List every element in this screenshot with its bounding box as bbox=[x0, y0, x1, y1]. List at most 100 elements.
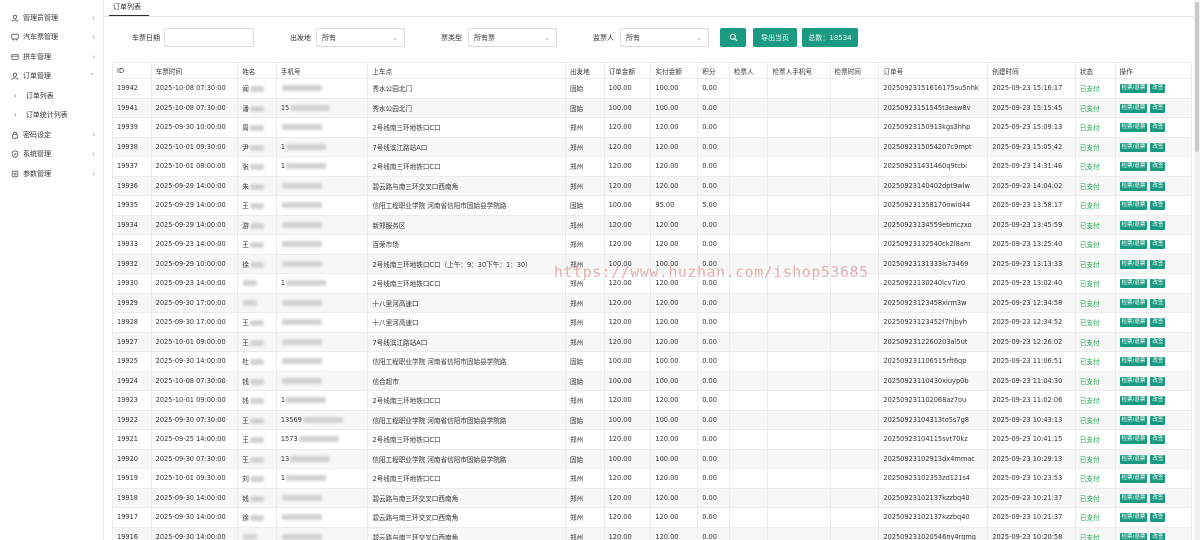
reschedule-button[interactable]: 改签 bbox=[1150, 240, 1166, 250]
check-refund-button[interactable]: 检票/退票 bbox=[1119, 532, 1148, 540]
ticket-type-select[interactable]: 所有票 ⌄ bbox=[468, 28, 557, 47]
table-row[interactable]: 19921 2025-09-25 14:00:00 王 1573 2号线南三环地铁口C口… bbox=[112, 429, 1192, 450]
check-refund-button[interactable]: 检票/退票 bbox=[1119, 298, 1148, 308]
table-row[interactable]: 19941 2025-10-08 07:30:00 潘 15 秀水公园北门 固始 100.0… bbox=[112, 97, 1192, 118]
reschedule-button[interactable]: 改签 bbox=[1150, 279, 1166, 289]
table-row[interactable]: 19939 2025-09-30 10:00:00 周 2号线南三环地铁口C口 郑州 12… bbox=[112, 117, 1192, 138]
settings-icon bbox=[10, 169, 19, 178]
cell-amount: 120.00 bbox=[603, 526, 652, 540]
table-row[interactable]: 19918 2025-09-30 14:00:00 钱 碧云路与南三环交叉口西南角 郑州… bbox=[112, 487, 1192, 508]
table-row[interactable]: 19924 2025-10-08 07:30:00 钱 信合超市 固始 100.00 100… bbox=[112, 370, 1192, 391]
sidebar-subitem-order-stats[interactable]: › 订单统计列表 bbox=[0, 106, 103, 126]
sidebar-item-label: 系统管理 bbox=[23, 150, 51, 159]
check-refund-button[interactable]: 检票/退票 bbox=[1119, 454, 1148, 464]
sidebar-item-password[interactable]: 密码设定 › bbox=[0, 125, 103, 145]
vertical-scrollbar[interactable] bbox=[1194, 0, 1200, 540]
table-row[interactable]: 19922 2025-09-30 07:30:00 王 13569 信阳工程职业学院 河… bbox=[112, 409, 1192, 430]
scrollbar-thumb[interactable] bbox=[1195, 2, 1199, 152]
table-row[interactable]: 19938 2025-10-01 09:30:00 尹 1 7号线滨江路站A口 郑州 120… bbox=[112, 136, 1192, 157]
tab-order-list[interactable]: 订单列表 bbox=[109, 2, 149, 16]
table-row[interactable]: 19917 2025-09-30 14:00:00 徐 碧云路与南三环交叉口西南角 郑州… bbox=[112, 507, 1192, 528]
reschedule-button[interactable]: 改签 bbox=[1150, 162, 1166, 172]
check-refund-button[interactable]: 检票/退票 bbox=[1119, 142, 1148, 152]
origin-select[interactable]: 所有 ⌄ bbox=[316, 28, 405, 47]
reschedule-button[interactable]: 改签 bbox=[1150, 298, 1166, 308]
reschedule-button[interactable]: 改签 bbox=[1150, 454, 1166, 464]
table-row[interactable]: 19929 2025-09-30 17:00:00 十八里河高速口 郑州 120.00 1… bbox=[112, 292, 1192, 313]
check-refund-button[interactable]: 检票/退票 bbox=[1119, 162, 1148, 172]
check-refund-button[interactable]: 检票/退票 bbox=[1119, 357, 1148, 367]
table-row[interactable]: 19930 2025-09-23 14:00:00 1 2号线南三环地铁口C口 郑州 12… bbox=[112, 273, 1192, 294]
export-page-button[interactable]: 导出当页 bbox=[753, 28, 797, 47]
check-refund-button[interactable]: 检票/退票 bbox=[1119, 123, 1148, 133]
table-row[interactable]: 19923 2025-10-01 09:00:00 钱 1 2号线南三环地铁口C口 郑州 1… bbox=[112, 390, 1192, 411]
table-row[interactable]: 19933 2025-09-23 14:00:00 王 百荣市场 郑州 120.00 120… bbox=[112, 234, 1192, 255]
check-refund-button[interactable]: 检票/退票 bbox=[1119, 279, 1148, 289]
check-refund-button[interactable]: 检票/退票 bbox=[1119, 259, 1148, 269]
check-refund-button[interactable]: 检票/退票 bbox=[1119, 181, 1148, 191]
check-refund-button[interactable]: 检票/退票 bbox=[1119, 240, 1148, 250]
reschedule-button[interactable]: 改签 bbox=[1150, 123, 1166, 133]
reschedule-button[interactable]: 改签 bbox=[1150, 84, 1166, 94]
reschedule-button[interactable]: 改签 bbox=[1150, 513, 1166, 523]
cell-stop: 秀水公园北门 bbox=[367, 97, 566, 118]
reschedule-button[interactable]: 改签 bbox=[1150, 493, 1166, 503]
reschedule-button[interactable]: 改签 bbox=[1150, 259, 1166, 269]
cell-origin: 郑州 bbox=[564, 507, 605, 528]
check-refund-button[interactable]: 检票/退票 bbox=[1119, 435, 1148, 445]
check-refund-button[interactable]: 检票/退票 bbox=[1119, 103, 1148, 113]
check-refund-button[interactable]: 检票/退票 bbox=[1119, 493, 1148, 503]
reschedule-button[interactable]: 改签 bbox=[1150, 142, 1166, 152]
check-refund-button[interactable]: 检票/退票 bbox=[1119, 201, 1148, 211]
reschedule-button[interactable]: 改签 bbox=[1150, 376, 1166, 386]
search-button[interactable] bbox=[720, 28, 746, 47]
table-row[interactable]: 19925 2025-09-30 14:00:00 杜 信阳工程职业学院 河南省信阳市… bbox=[112, 351, 1192, 372]
sidebar-item-orders[interactable]: 订单管理 ⌃ bbox=[0, 67, 103, 87]
sidebar-item-admin[interactable]: 管理员管理 › bbox=[0, 8, 103, 28]
table-row[interactable]: 19937 2025-10-01 08:00:00 张 1 2号线南三环地铁口C口 郑州 1… bbox=[112, 156, 1192, 177]
check-refund-button[interactable]: 检票/退票 bbox=[1119, 376, 1148, 386]
table-row[interactable]: 19920 2025-09-30 07:30:00 王 13 信阳工程职业学院 河南省信… bbox=[112, 448, 1192, 469]
sidebar-item-carpool[interactable]: 拼车管理 › bbox=[0, 47, 103, 67]
date-input[interactable] bbox=[164, 28, 254, 47]
reschedule-button[interactable]: 改签 bbox=[1150, 318, 1166, 328]
cell-stop-text: 十八里河高速口 bbox=[372, 319, 419, 328]
reschedule-button[interactable]: 改签 bbox=[1150, 201, 1166, 211]
sidebar-item-system[interactable]: 系统管理 › bbox=[0, 145, 103, 165]
reschedule-button[interactable]: 改签 bbox=[1150, 357, 1166, 367]
check-refund-button[interactable]: 检票/退票 bbox=[1119, 474, 1148, 484]
reschedule-button[interactable]: 改签 bbox=[1150, 532, 1166, 540]
check-refund-button[interactable]: 检票/退票 bbox=[1119, 318, 1148, 328]
check-refund-button[interactable]: 检票/退票 bbox=[1119, 513, 1148, 523]
reschedule-button[interactable]: 改签 bbox=[1150, 337, 1166, 347]
inspector-select[interactable]: 所有 ⌄ bbox=[620, 28, 709, 47]
check-refund-button[interactable]: 检票/退票 bbox=[1119, 84, 1148, 94]
reschedule-button[interactable]: 改签 bbox=[1150, 181, 1166, 191]
reschedule-button[interactable]: 改签 bbox=[1150, 474, 1166, 484]
table-row[interactable]: 19935 2025-09-29 14:00:00 王 信阳工程职业学院 河南省信阳市… bbox=[112, 195, 1192, 216]
sidebar-item-params[interactable]: 参数管理 › bbox=[0, 164, 103, 184]
reschedule-button[interactable]: 改签 bbox=[1150, 103, 1166, 113]
cell-stop-text: 信阳工程职业学院 河南省信阳市固始县学院路 bbox=[372, 358, 507, 367]
cell-inspector bbox=[728, 117, 769, 138]
check-refund-button[interactable]: 检票/退票 bbox=[1119, 396, 1148, 406]
table-row[interactable]: 19942 2025-10-08 07:30:00 闻 秀水公园北门 固始 100.00 1… bbox=[112, 78, 1192, 99]
check-refund-button[interactable]: 检票/退票 bbox=[1119, 220, 1148, 230]
table-row[interactable]: 19916 2025-09-30 14:00:00 碧云路与南三环交叉口西南角 郑州 1… bbox=[112, 526, 1192, 540]
table-row[interactable]: 19919 2025-10-01 09:30:00 刘 1 2号线南三环地铁口C口 郑州 1… bbox=[112, 468, 1192, 489]
check-refund-button[interactable]: 检票/退票 bbox=[1119, 337, 1148, 347]
cell-phone: 13569 bbox=[275, 409, 369, 430]
table-row[interactable]: 19928 2025-09-30 17:00:00 王 十八里河高速口 郑州 120.00… bbox=[112, 312, 1192, 333]
reschedule-button[interactable]: 改签 bbox=[1150, 435, 1166, 445]
table-row[interactable]: 19927 2025-10-01 09:00:00 王 7号线滨江路站A口 郑州 120.… bbox=[112, 331, 1192, 352]
reschedule-button[interactable]: 改签 bbox=[1150, 396, 1166, 406]
table-row[interactable]: 19932 2025-09-29 10:00:00 徐 2号线南三环地铁口C口（上午：… bbox=[112, 253, 1192, 274]
cell-origin: 郑州 bbox=[564, 390, 605, 411]
sidebar-item-bus-ticket[interactable]: 汽车票管理 › bbox=[0, 28, 103, 48]
sidebar-subitem-order-list[interactable]: › 订单列表 bbox=[0, 86, 103, 106]
reschedule-button[interactable]: 改签 bbox=[1150, 220, 1166, 230]
reschedule-button[interactable]: 改签 bbox=[1150, 415, 1166, 425]
table-row[interactable]: 19936 2025-09-29 14:00:00 朱 碧云路与南三环交叉口西南角 郑州… bbox=[112, 175, 1192, 196]
check-refund-button[interactable]: 检票/退票 bbox=[1119, 415, 1148, 425]
table-row[interactable]: 19934 2025-09-29 14:00:00 游 新郑服务区 郑州 120.00 12… bbox=[112, 214, 1192, 235]
